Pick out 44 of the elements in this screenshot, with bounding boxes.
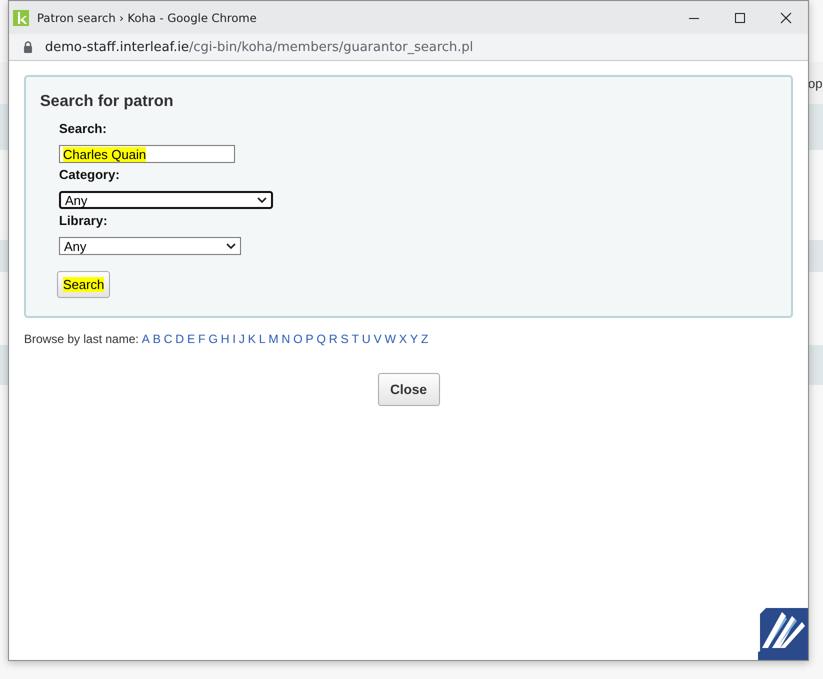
letter-link[interactable]: K <box>248 332 256 346</box>
letter-link[interactable]: D <box>175 332 184 346</box>
page-text: op <box>808 76 822 91</box>
close-icon[interactable] <box>780 12 792 24</box>
letter-link[interactable]: J <box>238 332 245 346</box>
letter-link[interactable]: P <box>306 332 314 346</box>
letter-link[interactable]: S <box>340 332 349 346</box>
field-label: Category: <box>59 167 120 182</box>
letter-link[interactable]: Z <box>420 332 428 346</box>
field-label: Search: <box>59 121 107 136</box>
letter-link[interactable]: I <box>232 332 236 346</box>
dropdown[interactable]: Any <box>59 237 241 255</box>
letter-link[interactable]: V <box>374 332 382 346</box>
letter-link[interactable]: M <box>268 332 279 346</box>
letter-link[interactable]: A <box>142 332 150 346</box>
letter-link[interactable]: Y <box>410 332 418 346</box>
panel-heading: Search for patron <box>40 93 174 111</box>
letter-link[interactable]: H <box>220 332 230 346</box>
letter-link[interactable]: B <box>152 332 161 346</box>
search-field[interactable]: Charles Quain <box>59 145 235 163</box>
letter-link[interactable]: G <box>208 332 218 346</box>
field-label: Library: <box>59 213 108 228</box>
close-button[interactable]: Close <box>378 373 440 406</box>
maximize-icon[interactable] <box>734 12 746 24</box>
browse-label: Browse by last name: <box>24 332 139 346</box>
letter-link[interactable]: X <box>398 332 407 346</box>
letter-link[interactable]: N <box>282 332 290 346</box>
letter-link[interactable]: U <box>362 332 371 346</box>
letter-link[interactable]: R <box>328 332 338 346</box>
caret-icon <box>257 197 267 203</box>
letter-link[interactable]: O <box>293 332 303 346</box>
letter-link[interactable]: Q <box>316 332 326 346</box>
app-icon <box>13 10 29 26</box>
lock-icon <box>23 41 33 53</box>
letter-link[interactable]: T <box>352 332 359 346</box>
letter-link[interactable]: F <box>198 332 206 346</box>
letter-link[interactable]: C <box>164 332 172 346</box>
caret-icon <box>226 243 236 249</box>
dropdown[interactable]: Any <box>59 191 273 209</box>
letter-link[interactable]: L <box>258 332 266 346</box>
letter-link[interactable]: W <box>384 332 396 346</box>
search-button[interactable]: Search <box>57 271 110 298</box>
window-title: Patron search › Koha - Google Chrome <box>37 10 258 24</box>
letter-link[interactable]: E <box>187 332 196 346</box>
